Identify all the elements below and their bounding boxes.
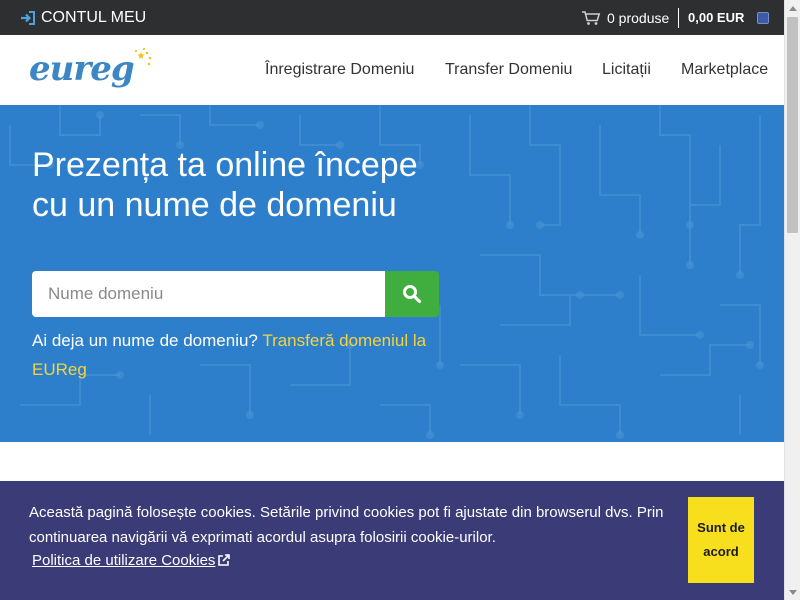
hero-section: Prezența ta online începe cu un nume de … [0,105,784,442]
site-header: eureg Înregistrare Domeniu Transfer Dome… [0,35,784,105]
eureg-logo[interactable]: eureg [29,45,159,97]
cart-link[interactable]: 0 produse [581,0,669,35]
logo-stars-icon [134,47,152,66]
nav-auctions[interactable]: Licitații [602,35,651,105]
nav-marketplace[interactable]: Marketplace [681,35,768,105]
page-scrollbar[interactable] [784,0,800,600]
external-link-icon [217,554,231,567]
cart-icon [581,10,601,26]
cookie-banner: Această pagină folosește cookies. Setări… [0,481,784,600]
scroll-thumb[interactable] [787,17,798,233]
search-icon [403,285,422,304]
nav-domain-registration[interactable]: Înregistrare Domeniu [265,35,414,105]
domain-search-input[interactable] [32,271,386,317]
accept-cookies-button[interactable]: Sunt de acord [688,497,754,583]
topbar-divider [678,8,679,28]
cookie-message: Această pagină folosește cookies. Setări… [29,504,664,546]
scroll-up-arrow-icon[interactable] [785,0,800,16]
hero-title: Prezența ta online începe cu un nume de … [32,146,418,224]
language-flag-icon[interactable] [757,12,769,24]
logo-text: eureg [29,49,135,89]
transfer-prompt: Ai deja un nume de domeniu? Transferă do… [32,326,452,384]
sign-in-icon [20,10,36,25]
nav-domain-transfer[interactable]: Transfer Domeniu [445,35,572,105]
top-bar: CONTUL MEU 0 produse 0,00 EUR [0,0,784,35]
cookie-policy-link[interactable]: Politica de utilizare Cookies [32,552,231,569]
search-button[interactable] [385,271,439,317]
account-label: CONTUL MEU [41,8,147,26]
scroll-down-arrow-icon[interactable] [785,584,800,600]
cookie-policy-label: Politica de utilizare Cookies [32,552,216,569]
transfer-text: Ai deja un nume de domeniu? [32,331,258,350]
cart-count: 0 produse [607,9,670,26]
cart-total: 0,00 EUR [688,10,745,25]
account-link[interactable]: CONTUL MEU [20,0,146,35]
